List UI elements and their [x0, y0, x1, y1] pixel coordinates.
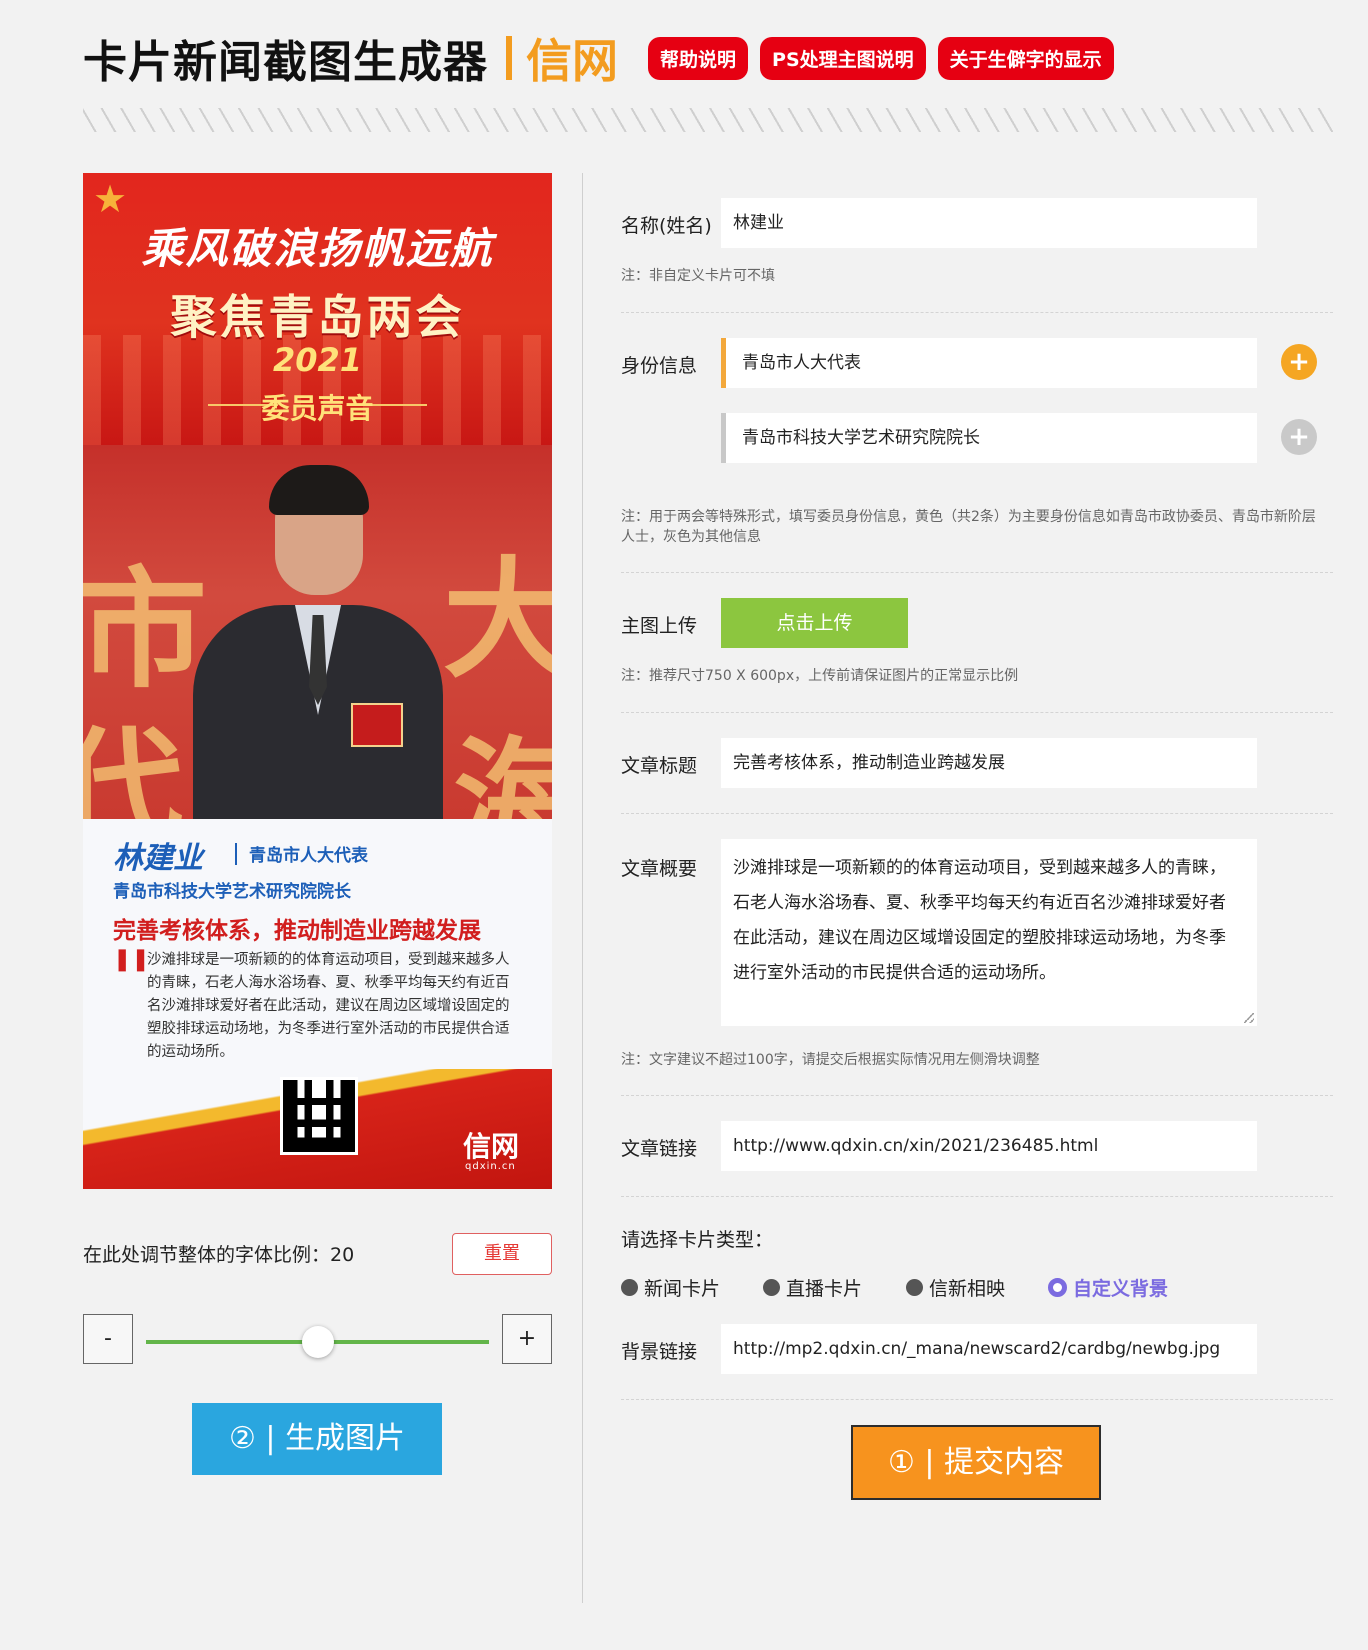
upload-note: 注：推荐尺寸750 X 600px，上传前请保证图片的正常显示比例: [621, 668, 1019, 684]
add-secondary-icon[interactable]: +: [1281, 419, 1317, 455]
card-logo-domain: qdxin.cn: [465, 1161, 516, 1172]
card-name-divider: [235, 843, 237, 865]
title-separator: [506, 36, 512, 80]
radio-label: 直播卡片: [786, 1278, 863, 1300]
form-divider: [621, 312, 1333, 313]
card-role: 青岛市科技大学艺术研究院院长: [113, 882, 351, 902]
page-title: 卡片新闻截图生成器: [83, 37, 488, 88]
font-scale-label: 在此处调节整体的字体比例：20: [83, 1244, 355, 1266]
generate-image-button[interactable]: ② | 生成图片: [192, 1403, 442, 1475]
slider-handle[interactable]: [302, 1326, 334, 1358]
form-divider: [621, 712, 1333, 713]
card-title: 完善考核体系，推动制造业跨越发展: [113, 918, 481, 944]
form-divider: [621, 572, 1333, 573]
identity-secondary-input[interactable]: 青岛市科技大学艺术研究院院长: [721, 413, 1257, 463]
ps-help-button[interactable]: PS处理主图说明: [760, 36, 926, 80]
card-year: 2021: [272, 341, 363, 379]
card-banner: ★ 乘风破浪扬帆远航 聚焦青岛两会 2021 委员声音: [83, 173, 552, 445]
card-type-label: 请选择卡片类型：: [621, 1229, 774, 1251]
upload-button[interactable]: 点击上传: [721, 598, 908, 648]
radio-custom-bg[interactable]: 自定义背景: [1048, 1274, 1168, 1301]
page-header: 卡片新闻截图生成器 信网 帮助说明 PS处理主图说明 关于生僻字的显示: [83, 26, 1114, 90]
card-slogan: 乘风破浪扬帆远航: [141, 224, 494, 273]
help-button[interactable]: 帮助说明: [648, 36, 749, 80]
rare-char-button[interactable]: 关于生僻字的显示: [937, 36, 1114, 80]
increase-button[interactable]: +: [502, 1314, 552, 1364]
form-divider: [621, 1095, 1333, 1096]
identity-note: 注：用于两会等特殊形式，填写委员身份信息，黄色（共2条）为主要身份信息如青岛市政…: [621, 509, 1316, 545]
form-divider: [621, 1196, 1333, 1197]
radio-dot-icon: [906, 1279, 923, 1296]
link-label: 文章链接: [621, 1138, 698, 1160]
radio-xin-card[interactable]: 信新相映: [906, 1274, 1005, 1301]
radio-dot-icon: [621, 1279, 638, 1296]
article-title-input[interactable]: 完善考核体系，推动制造业跨越发展: [721, 738, 1257, 788]
card-summary: 沙滩排球是一项新颖的的体育运动项目，受到越来越多人的青睐，石老人海水浴场春、夏、…: [147, 952, 510, 1060]
submit-button[interactable]: ① | 提交内容: [851, 1425, 1101, 1500]
name-label: 名称(姓名): [621, 215, 712, 237]
summary-note: 注：文字建议不超过100字，请提交后根据实际情况用左侧滑块调整: [621, 1052, 1040, 1068]
bg-link-input[interactable]: http://mp2.qdxin.cn/_mana/newscard2/card…: [721, 1324, 1257, 1374]
qr-code: [280, 1077, 358, 1155]
backdrop-text: 大: [443, 543, 552, 696]
card-preview: ★ 乘风破浪扬帆远航 聚焦青岛两会 2021 委员声音 市 代 大 海 林建业 …: [83, 173, 552, 1189]
person-hair: [269, 465, 369, 515]
card-logo: 信网: [463, 1130, 520, 1163]
summary-textarea[interactable]: 沙滩排球是一项新颖的的体育运动项目，受到越来越多人的青睐，石老人海水浴场春、夏、…: [721, 839, 1257, 1026]
name-note: 注：非自定义卡片可不填: [621, 268, 775, 284]
header-divider: [83, 108, 1333, 132]
brand-name: 信网: [526, 34, 618, 88]
form-divider: [621, 1399, 1333, 1400]
card-voice: 委员声音: [261, 392, 374, 425]
card-info: 林建业 青岛市人大代表 青岛市科技大学艺术研究院院长 完善考核体系，推动制造业跨…: [83, 819, 552, 1099]
add-identity-icon[interactable]: +: [1281, 344, 1317, 380]
radio-label: 新闻卡片: [644, 1278, 721, 1300]
decrease-button[interactable]: -: [83, 1314, 133, 1364]
upload-label: 主图上传: [621, 615, 698, 637]
summary-label: 文章概要: [621, 858, 698, 880]
card-theme: 聚焦青岛两会: [170, 290, 465, 344]
card-main-photo: 市 代 大 海: [83, 445, 552, 876]
radio-selected-icon: [1048, 1278, 1067, 1297]
radio-label: 信新相映: [929, 1278, 1006, 1300]
form-divider: [621, 813, 1333, 814]
card-rep: 青岛市人大代表: [249, 846, 368, 866]
name-input[interactable]: 林建业: [721, 198, 1257, 248]
radio-news-card[interactable]: 新闻卡片: [621, 1274, 720, 1301]
radio-live-card[interactable]: 直播卡片: [763, 1274, 862, 1301]
identity-label: 身份信息: [621, 355, 698, 377]
radio-label: 自定义背景: [1073, 1278, 1169, 1300]
summary-text: 沙滩排球是一项新颖的的体育运动项目，受到越来越多人的青睐，石老人海水浴场春、夏、…: [733, 858, 1226, 983]
delegate-badge: [351, 703, 403, 747]
article-title-label: 文章标题: [621, 755, 698, 777]
card-name: 林建业: [113, 841, 203, 876]
bg-link-label: 背景链接: [621, 1341, 698, 1363]
link-input[interactable]: http://www.qdxin.cn/xin/2021/236485.html: [721, 1121, 1257, 1171]
quote-icon: ❚❚: [113, 947, 150, 972]
reset-button[interactable]: 重置: [452, 1233, 552, 1275]
column-divider: [582, 173, 583, 1603]
identity-primary-input[interactable]: 青岛市人大代表: [721, 338, 1257, 388]
radio-dot-icon: [763, 1279, 780, 1296]
resize-grip-icon[interactable]: [1244, 1013, 1254, 1023]
